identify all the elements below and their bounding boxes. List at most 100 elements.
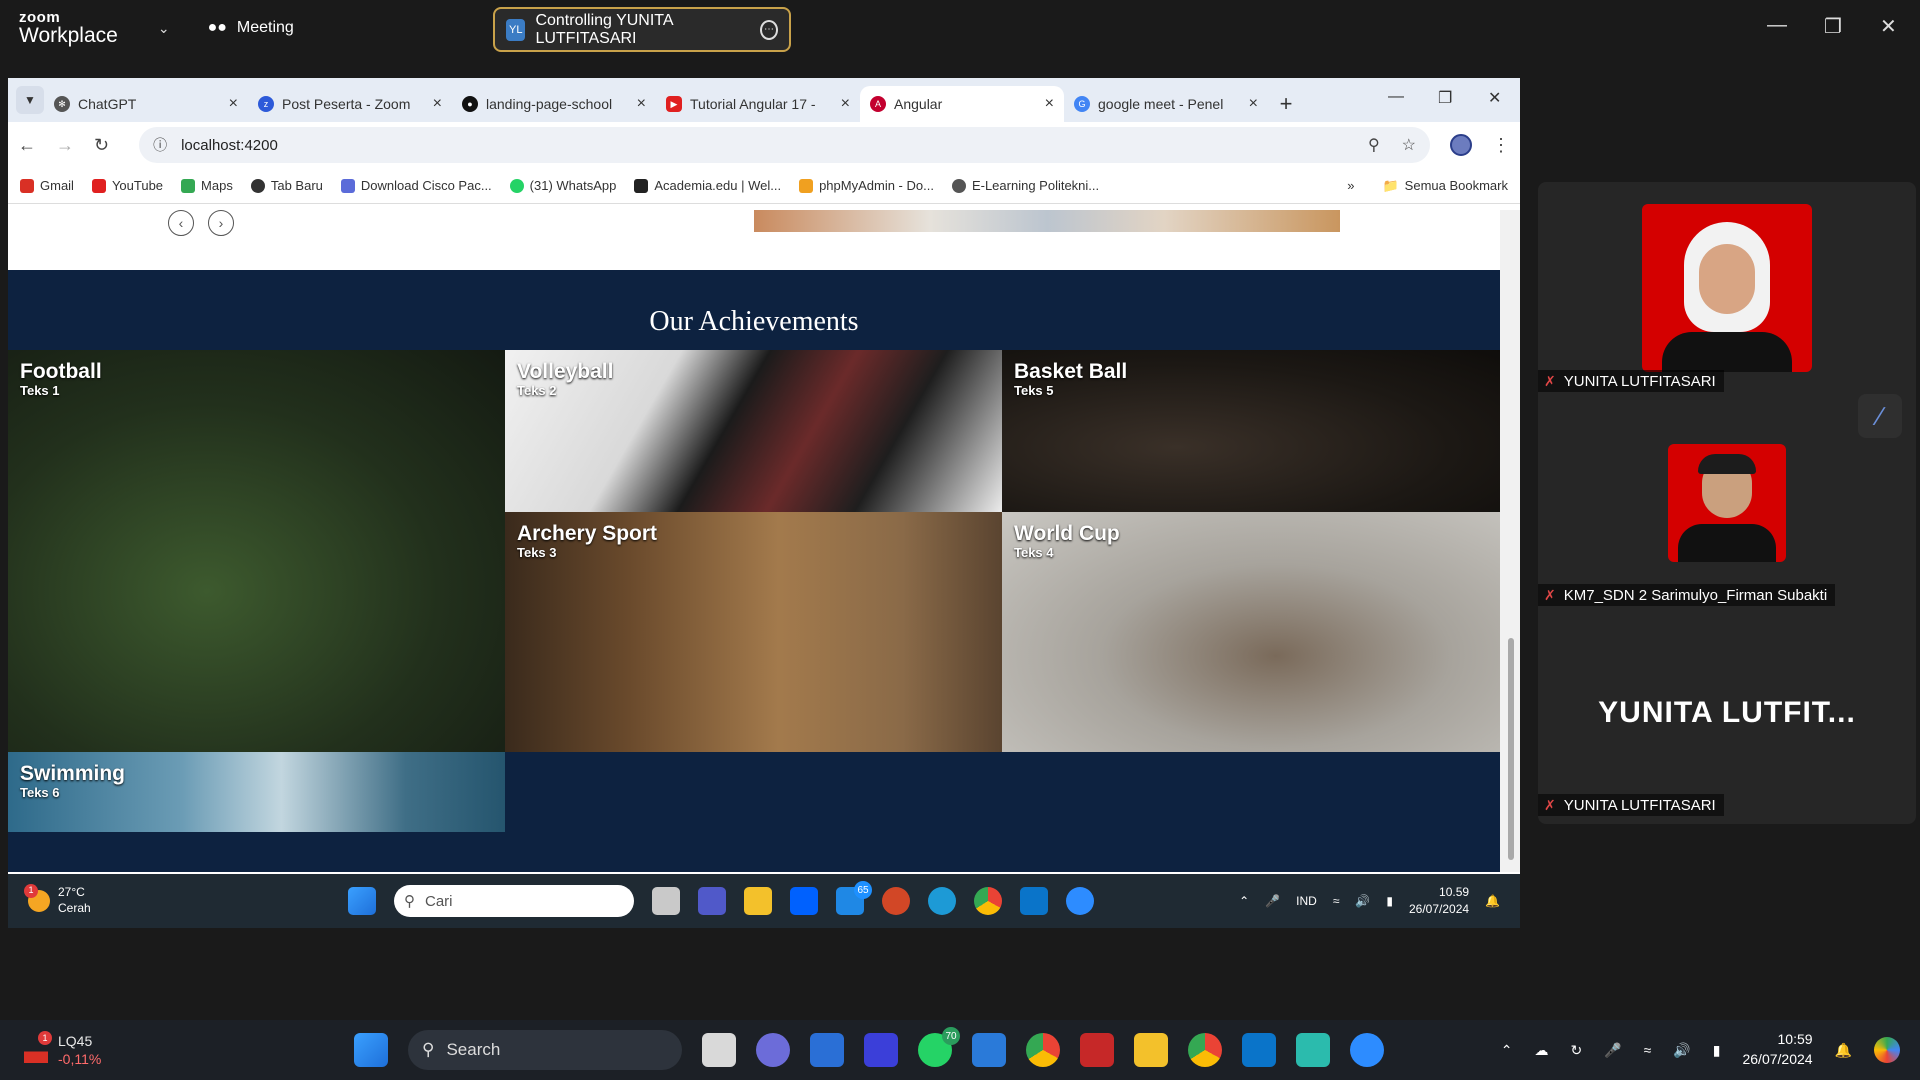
chrome-profile-icon[interactable] [1188, 1033, 1222, 1067]
close-icon[interactable]: ✕ [1880, 14, 1897, 39]
stock-widget[interactable]: 1 LQ45 -0,11% [24, 1031, 101, 1068]
star-icon[interactable]: ☆ [1402, 135, 1416, 155]
wifi-icon[interactable]: ≈ [1644, 1042, 1652, 1058]
bookmark-phpmyadmin[interactable]: phpMyAdmin - Do... [799, 178, 934, 193]
more-icon[interactable]: ⋯ [759, 19, 779, 40]
mcafee-icon[interactable] [1080, 1033, 1114, 1067]
windows-start-icon[interactable] [354, 1033, 388, 1067]
windows-start-icon[interactable] [348, 887, 376, 915]
restore-icon[interactable]: ❐ [1438, 88, 1452, 108]
file-explorer-icon[interactable] [744, 887, 772, 915]
battery-icon[interactable]: ▮ [1713, 1042, 1721, 1059]
close-icon[interactable]: × [229, 95, 238, 113]
achievement-card-football[interactable]: Football Teks 1 [8, 350, 505, 752]
close-icon[interactable]: × [1045, 95, 1054, 113]
battery-icon[interactable]: ▮ [1386, 894, 1393, 908]
bookmark-maps[interactable]: Maps [181, 178, 233, 193]
achievement-card-volleyball[interactable]: Volleyball Teks 2 [505, 350, 1002, 512]
chrome-icon[interactable] [974, 887, 1002, 915]
tab-chatgpt[interactable]: ✻ ChatGPT × [44, 86, 248, 122]
close-icon[interactable]: × [1249, 95, 1258, 113]
minimize-icon[interactable]: — [1388, 88, 1404, 106]
bell-icon[interactable]: 🔔 [1485, 894, 1500, 908]
chat-icon[interactable] [756, 1033, 790, 1067]
bookmark-gmail[interactable]: Gmail [20, 178, 74, 193]
profile-avatar[interactable] [1450, 134, 1472, 156]
snipping-tool-icon[interactable] [972, 1033, 1006, 1067]
microphone-icon[interactable]: 🎤 [1265, 894, 1280, 908]
powerpoint-icon[interactable] [882, 887, 910, 915]
scrollbar-thumb[interactable] [1508, 638, 1514, 860]
volume-icon[interactable]: 🔊 [1355, 894, 1370, 908]
bookmark-youtube[interactable]: YouTube [91, 178, 163, 193]
mail-icon[interactable]: 65 [836, 881, 872, 915]
zoom-icon[interactable] [1350, 1033, 1384, 1067]
tab-google-meet[interactable]: G google meet - Penel × [1064, 86, 1268, 122]
app-icon[interactable] [864, 1033, 898, 1067]
more-bookmarks-icon[interactable]: » [1347, 178, 1354, 193]
dropbox-icon[interactable] [790, 887, 818, 915]
close-icon[interactable]: × [637, 95, 646, 113]
restore-icon[interactable]: ❐ [1824, 14, 1842, 39]
task-view-icon[interactable] [702, 1033, 736, 1067]
chevron-up-icon[interactable]: ⌃ [1239, 894, 1249, 908]
achievement-card-world-cup[interactable]: World Cup Teks 4 [1002, 512, 1500, 752]
bell-icon[interactable]: 🔔 [1835, 1042, 1852, 1059]
wifi-icon[interactable]: ≈ [1333, 894, 1340, 908]
vscode-icon[interactable] [1242, 1033, 1276, 1067]
tab-search-icon[interactable]: ▼ [16, 86, 44, 114]
chevron-up-icon[interactable]: ⌃ [1501, 1042, 1513, 1059]
remote-control-indicator[interactable]: YL Controlling YUNITA LUTFITASARI ⋯ [493, 7, 791, 52]
volume-icon[interactable]: 🔊 [1673, 1042, 1690, 1059]
close-icon[interactable]: × [841, 95, 850, 113]
vscode-icon[interactable] [1020, 887, 1048, 915]
file-explorer-icon[interactable] [1134, 1033, 1168, 1067]
forward-icon[interactable]: → [56, 135, 74, 156]
zoom-icon[interactable]: ⚲ [1368, 135, 1380, 155]
edge-icon[interactable] [928, 887, 956, 915]
back-icon[interactable]: ← [18, 135, 36, 156]
tab-angular[interactable]: A Angular × [860, 86, 1064, 122]
menu-icon[interactable]: ⋮ [1492, 135, 1510, 156]
tab-post-peserta[interactable]: z Post Peserta - Zoom × [248, 86, 452, 122]
carousel-prev-button[interactable]: ‹ [168, 210, 194, 236]
app-icon[interactable] [1296, 1033, 1330, 1067]
new-tab-button[interactable]: + [1268, 86, 1304, 122]
achievement-card-archery[interactable]: Archery Sport Teks 3 [505, 512, 1002, 752]
copilot-icon[interactable] [1874, 1037, 1900, 1063]
chrome-icon[interactable] [1026, 1033, 1060, 1067]
close-icon[interactable]: ✕ [1488, 88, 1501, 108]
bookmark-whatsapp[interactable]: (31) WhatsApp [509, 178, 616, 193]
store-icon[interactable] [810, 1033, 844, 1067]
clock[interactable]: 10.59 26/07/2024 [1409, 884, 1469, 918]
all-bookmarks-folder[interactable]: 📁 Semua Bookmark [1382, 178, 1508, 194]
taskbar-search[interactable]: ⚲ Cari [394, 885, 634, 917]
bookmark-cisco[interactable]: Download Cisco Pac... [340, 178, 492, 193]
bookmark-academia[interactable]: Academia.edu | Wel... [634, 178, 781, 193]
site-info-icon[interactable]: ⓘ [153, 135, 167, 155]
whiteboard-toggle-icon[interactable]: ∕ [1858, 394, 1902, 438]
bookmark-tab-baru[interactable]: Tab Baru [250, 178, 323, 193]
clock[interactable]: 10:59 26/07/2024 [1742, 1030, 1812, 1069]
achievement-card-basketball[interactable]: Basket Ball Teks 5 [1002, 350, 1500, 512]
achievement-card-swimming[interactable]: Swimming Teks 6 [8, 752, 505, 832]
taskbar-search[interactable]: ⚲ Search [408, 1030, 682, 1070]
task-view-icon[interactable] [652, 887, 680, 915]
onedrive-icon[interactable]: ☁ [1534, 1042, 1548, 1059]
zoom-icon[interactable] [1066, 887, 1094, 915]
minimize-icon[interactable]: — [1767, 14, 1787, 37]
microphone-icon[interactable]: 🎤 [1604, 1042, 1621, 1059]
reload-icon[interactable]: ↻ [94, 135, 109, 156]
bookmark-elearning[interactable]: E-Learning Politekni... [951, 178, 1099, 193]
participant-video-2[interactable] [1668, 444, 1786, 562]
meeting-menu[interactable]: ●● Meeting [208, 19, 294, 37]
whatsapp-icon[interactable]: 70 [918, 1027, 960, 1067]
language-indicator[interactable]: IND [1296, 894, 1317, 908]
close-icon[interactable]: × [433, 95, 442, 113]
url-field[interactable]: ⓘ localhost:4200 ⚲ ☆ [139, 127, 1430, 163]
tab-youtube[interactable]: ▶ Tutorial Angular 17 - × [656, 86, 860, 122]
chevron-down-icon[interactable]: ⌄ [158, 20, 170, 37]
carousel-next-button[interactable]: › [208, 210, 234, 236]
weather-widget[interactable]: 1 27°C Cerah [24, 884, 91, 916]
teams-icon[interactable] [698, 887, 726, 915]
